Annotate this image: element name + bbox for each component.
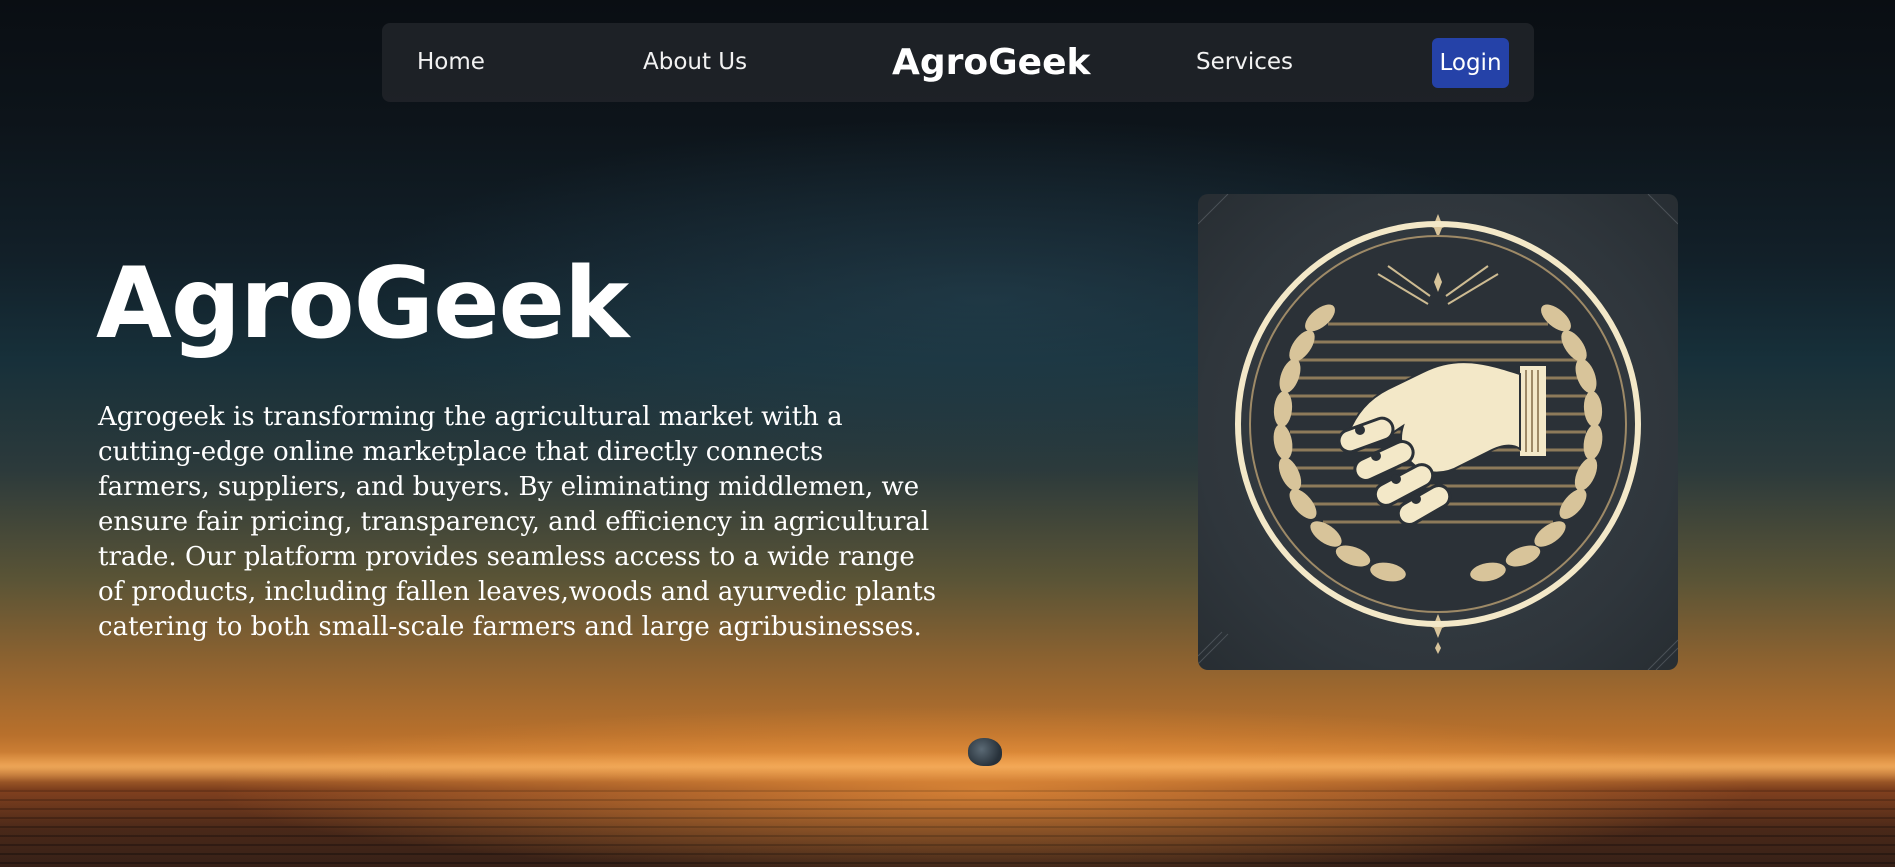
sea-background bbox=[0, 790, 1895, 867]
nav-link-about-us[interactable]: About Us bbox=[643, 23, 747, 102]
emblem-card bbox=[1198, 194, 1678, 670]
login-button[interactable]: Login bbox=[1432, 38, 1509, 88]
hero-description: Agrogeek is transforming the agricultura… bbox=[98, 402, 937, 642]
hero-title: AgroGeek bbox=[96, 247, 629, 361]
nav-link-home[interactable]: Home bbox=[417, 23, 485, 102]
rock-silhouette bbox=[968, 738, 1002, 766]
horizon-glow bbox=[0, 752, 1895, 782]
navbar: Home About Us AgroGeek Services Login bbox=[382, 23, 1534, 102]
handshake-wreath-emblem-icon bbox=[1198, 194, 1678, 670]
nav-link-services[interactable]: Services bbox=[1196, 23, 1293, 102]
brand-logo-text[interactable]: AgroGeek bbox=[892, 23, 1090, 102]
